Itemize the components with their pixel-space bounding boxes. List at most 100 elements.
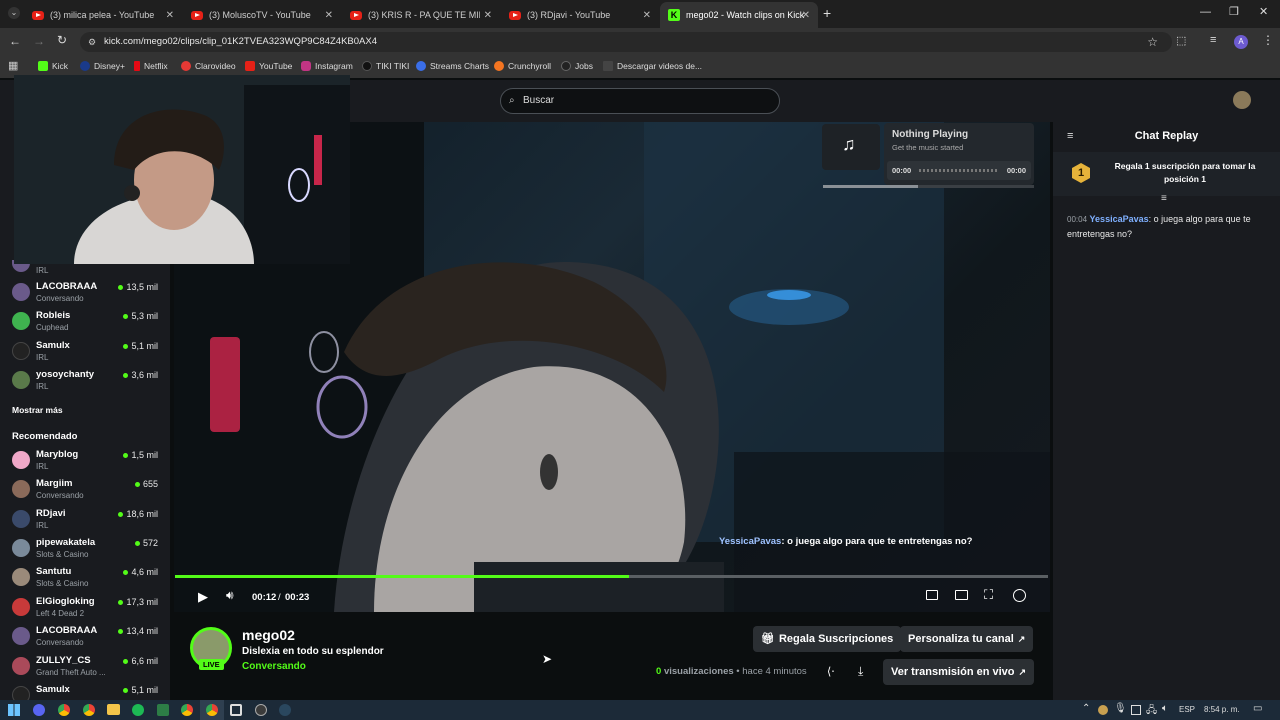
tray-icon[interactable] [1131, 705, 1141, 715]
sidebar-item-rdjavi[interactable]: RDjavi IRL 18,6 mil [12, 508, 162, 536]
sidebar-item-elgiogloking[interactable]: ElGiogloking Left 4 Dead 2 17,3 mil [12, 596, 162, 624]
tab-milica[interactable]: (3) milica pelea - YouTube ✕ [24, 4, 182, 26]
bookmark-label: Instagram [315, 61, 353, 71]
bookmark-descargar[interactable]: Descargar videos de... [603, 61, 702, 71]
notifications-icon[interactable]: ▭ [1253, 703, 1262, 714]
close-icon[interactable]: ✕ [484, 10, 492, 21]
watch-live-button[interactable]: Ver transmisión en vivo ↗ [883, 659, 1035, 685]
bookmark-disney[interactable]: Disney+ [80, 61, 125, 71]
sidebar-item-yosoychanty[interactable]: yosoychanty IRL 3,6 mil [12, 369, 162, 397]
steam-icon[interactable] [279, 704, 291, 716]
play-icon[interactable]: ▶ [198, 589, 208, 605]
tray-chevron-icon[interactable]: ⌃ [1082, 703, 1090, 714]
fullscreen-icon[interactable]: ⛶ [984, 587, 993, 603]
bookmark-clarovideo[interactable]: Clarovideo [181, 61, 236, 71]
channel-name: Samulx [36, 340, 70, 351]
apps-grid-icon[interactable]: ▦ [8, 59, 18, 72]
chrome-icon[interactable] [58, 704, 70, 716]
bookmark-streamscharts[interactable]: Streams Charts [416, 61, 489, 71]
tab-kick-active[interactable]: Kmego02 - Watch clips on Kick ✕ [660, 2, 818, 28]
tab-molusco[interactable]: (3) MoluscoTV - YouTube ✕ [183, 4, 341, 26]
theater-mode-icon[interactable] [955, 590, 968, 600]
pip-icon[interactable] [926, 590, 938, 600]
tray-icon[interactable] [1098, 705, 1108, 715]
search-input[interactable]: ⌕ Buscar [500, 88, 780, 114]
url-field[interactable]: ⚙ kick.com/mego02/clips/clip_01K2TVEA323… [80, 32, 1172, 52]
restore-icon[interactable]: ❐ [1229, 5, 1239, 18]
customize-channel-button[interactable]: Personaliza tu canal ↗ [900, 626, 1034, 652]
tab-rdjavi[interactable]: (3) RDjavi - YouTube ✕ [501, 4, 659, 26]
sidebar-item-pipewakatela[interactable]: pipewakatela Slots & Casino 572 [12, 537, 162, 565]
sidebar-item-zullyy[interactable]: ZULLYY_CS Grand Theft Auto ... 6,6 mil [12, 655, 162, 683]
file-explorer-icon[interactable] [107, 704, 120, 715]
chrome-icon[interactable] [83, 704, 95, 716]
user-avatar[interactable] [1233, 91, 1251, 109]
obs-icon[interactable] [255, 704, 267, 716]
video-progress-track[interactable] [175, 575, 1048, 578]
sidebar-item-margiim[interactable]: Margiim Conversando 655 [12, 478, 162, 506]
close-icon[interactable]: ✕ [325, 10, 333, 21]
forward-icon[interactable]: → [33, 34, 45, 48]
sidebar-item-lacobraaa[interactable]: LACOBRAAA Conversando 13,5 mil [12, 281, 162, 309]
bookmark-instagram[interactable]: Instagram [301, 61, 353, 71]
sidebar-item-santutu[interactable]: Santutu Slots & Casino 4,6 mil [12, 566, 162, 594]
media-icon[interactable]: ≡ [1210, 34, 1216, 46]
bookmark-jobs[interactable]: Jobs [561, 61, 593, 71]
chrome-icon[interactable] [181, 704, 193, 716]
close-window-icon[interactable]: ✕ [1259, 5, 1268, 18]
close-icon[interactable]: ✕ [802, 10, 810, 21]
speaker-icon[interactable]: 🔈︎ [1162, 703, 1168, 714]
close-icon[interactable]: ✕ [643, 10, 651, 21]
bookmark-tikitiki[interactable]: TIKI TIKI [362, 61, 409, 71]
app-icon[interactable] [230, 704, 242, 716]
bookmark-star-icon[interactable]: ☆ [1147, 32, 1158, 52]
webcam-overlay [14, 75, 350, 264]
bookmark-kick[interactable]: Kick [38, 61, 68, 71]
sidebar-item-robleis[interactable]: Robleis Cuphead 5,3 mil [12, 310, 162, 338]
playback-speed-icon[interactable] [1013, 589, 1026, 602]
minimize-icon[interactable]: — [1200, 6, 1211, 18]
tab-search-icon[interactable]: ⌄ [8, 7, 20, 19]
extensions-icon[interactable]: ⬚ [1176, 34, 1186, 47]
volume-icon[interactable]: 🔊︎ [226, 588, 234, 603]
back-icon[interactable]: ← [9, 34, 21, 48]
spotify-icon[interactable] [132, 704, 144, 716]
network-icon[interactable]: 🖧︎ [1146, 703, 1157, 720]
bookmark-crunchyroll[interactable]: Crunchyroll [494, 61, 551, 71]
windows-start-icon[interactable] [8, 704, 20, 716]
channel-name: Margiim [36, 478, 73, 489]
viewer-count: 572 [135, 538, 158, 548]
discord-icon[interactable] [33, 704, 45, 716]
share-icon[interactable]: ⟨⋅ [827, 665, 835, 678]
close-icon[interactable]: ✕ [166, 10, 174, 21]
channel-name: Maryblog [36, 449, 79, 460]
show-more-link[interactable]: Mostrar más [12, 405, 63, 415]
app-icon[interactable] [157, 704, 169, 716]
new-tab-button[interactable]: + [823, 5, 831, 21]
stream-category[interactable]: Conversando [242, 661, 306, 672]
menu-icon[interactable]: ⋮ [1262, 33, 1274, 47]
sidebar-item-lacobraaa-2[interactable]: LACOBRAAA Conversando 13,4 mil [12, 625, 162, 653]
sidebar-item-maryblog[interactable]: Maryblog IRL 1,5 mil [12, 449, 162, 477]
download-icon[interactable]: ⤓ [858, 664, 863, 679]
chrome-icon[interactable] [206, 704, 218, 716]
channel-name: Santutu [36, 566, 72, 577]
views-label: visualizaciones [663, 666, 734, 677]
channel-category: IRL [36, 462, 49, 471]
gift-subs-button[interactable]: 🎁︎ Regala Suscripciones [753, 626, 902, 652]
site-info-icon[interactable]: ⚙ [88, 32, 96, 52]
viewer-count: 13,4 mil [118, 626, 158, 636]
chat-filter-icon[interactable]: ≡ [1161, 193, 1167, 204]
bookmark-netflix[interactable]: Netflix [134, 61, 168, 71]
tab-krisr[interactable]: (3) KRIS R - PA QUE TE MIENTO ✕ [342, 4, 500, 26]
channel-name[interactable]: mego02 [242, 627, 295, 643]
language-indicator[interactable]: ESP [1179, 705, 1195, 714]
sidebar-item-samulx[interactable]: Samulx IRL 5,1 mil [12, 340, 162, 368]
profile-avatar[interactable]: A [1234, 35, 1248, 49]
bookmark-youtube[interactable]: YouTube [245, 61, 292, 71]
microphone-icon[interactable]: 🎙︎ [1114, 703, 1127, 714]
clock[interactable]: 8:54 p. m. [1204, 705, 1240, 714]
chat-message-user[interactable]: YessicaPavas [1090, 214, 1149, 224]
reload-icon[interactable]: ↻ [57, 33, 67, 47]
music-progress-fill [823, 185, 918, 188]
